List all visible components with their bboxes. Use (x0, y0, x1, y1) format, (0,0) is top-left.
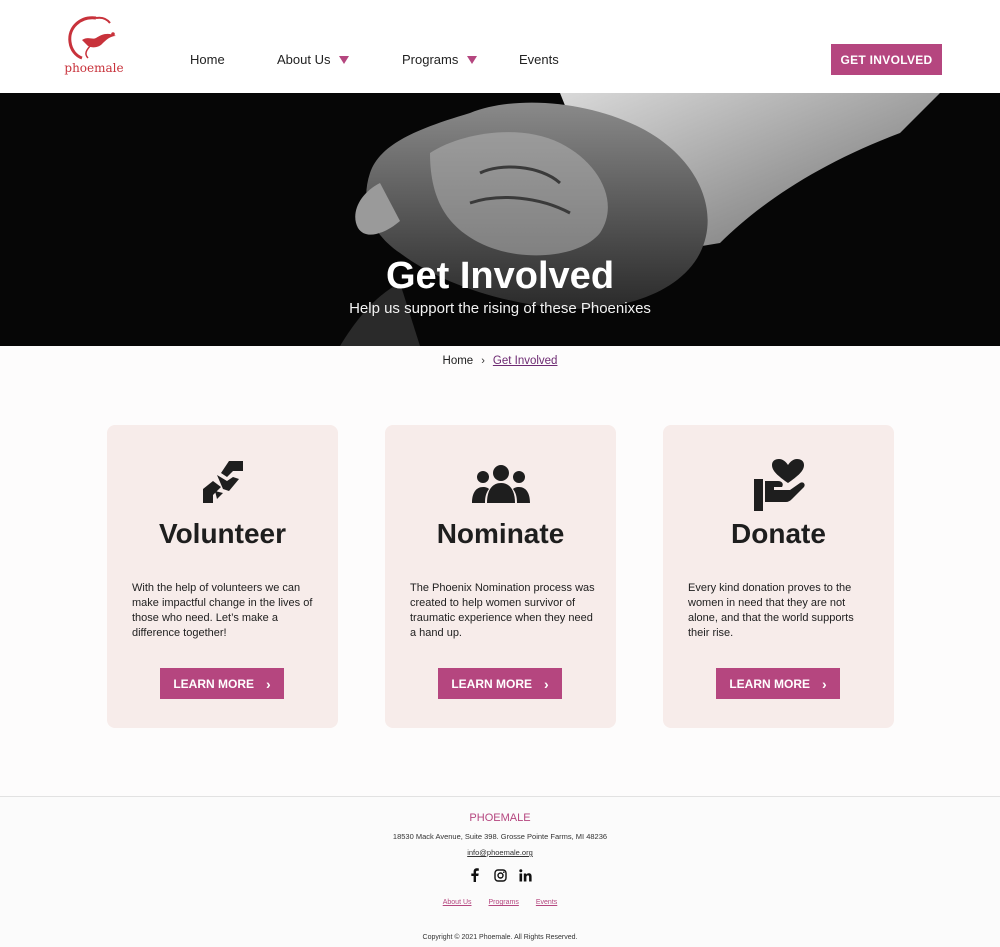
volunteer-learn-more-button[interactable]: LEARN MORE › (160, 668, 284, 699)
footer-link-events[interactable]: Events (536, 899, 557, 906)
nav-programs-label: Programs (402, 52, 459, 67)
phoemale-logo[interactable]: phoemale (62, 14, 126, 78)
chevron-right-icon: › (481, 355, 485, 367)
footer-link-about-us[interactable]: About Us (443, 899, 472, 906)
nominate-card: Nominate The Phoenix Nomination process … (385, 425, 616, 728)
instagram-icon[interactable] (493, 868, 507, 882)
footer-email-link[interactable]: info@phoemale.org (0, 848, 1000, 857)
learn-more-label: LEARN MORE (451, 676, 532, 691)
learn-more-label: LEARN MORE (173, 676, 254, 691)
facebook-icon[interactable] (468, 868, 482, 882)
nominate-title: Nominate (436, 518, 565, 549)
handshake-icon (202, 461, 243, 503)
hero-title: Get Involved (385, 255, 615, 297)
get-involved-button[interactable]: GET INVOLVED (831, 44, 942, 75)
hand-heart-icon (753, 459, 805, 511)
nav-events[interactable]: Events (519, 52, 559, 67)
volunteer-card: Volunteer With the help of volunteers we… (107, 425, 338, 728)
donate-card: Donate Every kind donation proves to the… (663, 425, 894, 728)
donate-title: Donate (731, 518, 826, 549)
breadcrumb-current-link[interactable]: Get Involved (493, 355, 558, 367)
breadcrumb-home-link[interactable]: Home (443, 355, 474, 367)
copyright-text: Copyright © 2021 Phoemale. All Rights Re… (422, 934, 578, 941)
social-links (0, 868, 1000, 882)
phoenix-logo-icon (68, 16, 116, 60)
footer-link-programs[interactable]: Programs (489, 899, 519, 906)
site-header: phoemale Home About Us Programs Events G… (0, 0, 1000, 93)
logo-wordmark: phoemale (64, 61, 124, 75)
nav-about-us[interactable]: About Us (277, 52, 350, 67)
donate-learn-more-button[interactable]: LEARN MORE › (716, 668, 840, 699)
nav-about-us-label: About Us (277, 52, 331, 67)
hero-subtitle: Help us support the rising of these Phoe… (349, 300, 651, 317)
caret-down-icon (339, 55, 350, 64)
chevron-right-icon: › (822, 675, 827, 692)
nominate-description: The Phoenix Nomination process was creat… (410, 582, 595, 639)
footer-links: About Us Programs Events (0, 899, 1000, 906)
nav-home[interactable]: Home (190, 52, 225, 67)
footer-brand: PHOEMALE (469, 812, 531, 824)
nav-home-label: Home (190, 52, 225, 67)
people-group-icon (471, 465, 530, 503)
nominate-learn-more-button[interactable]: LEARN MORE › (438, 668, 562, 699)
linkedin-icon[interactable] (518, 868, 532, 882)
chevron-right-icon: › (266, 675, 271, 692)
hero-banner: Get Involved Help us support the rising … (0, 93, 1000, 346)
nav-events-label: Events (519, 52, 559, 67)
breadcrumb: Home › Get Involved (0, 355, 1000, 367)
chevron-right-icon: › (544, 675, 549, 692)
donate-description: Every kind donation proves to the women … (688, 582, 854, 639)
site-footer: PHOEMALE 18530 Mack Avenue, Suite 398. G… (0, 796, 1000, 947)
learn-more-label: LEARN MORE (729, 676, 810, 691)
nav-programs[interactable]: Programs (402, 52, 478, 67)
volunteer-description: With the help of volunteers we can make … (132, 582, 313, 639)
footer-address: 18530 Mack Avenue, Suite 398. Grosse Poi… (392, 832, 608, 841)
volunteer-title: Volunteer (158, 518, 287, 549)
caret-down-icon (467, 55, 478, 64)
